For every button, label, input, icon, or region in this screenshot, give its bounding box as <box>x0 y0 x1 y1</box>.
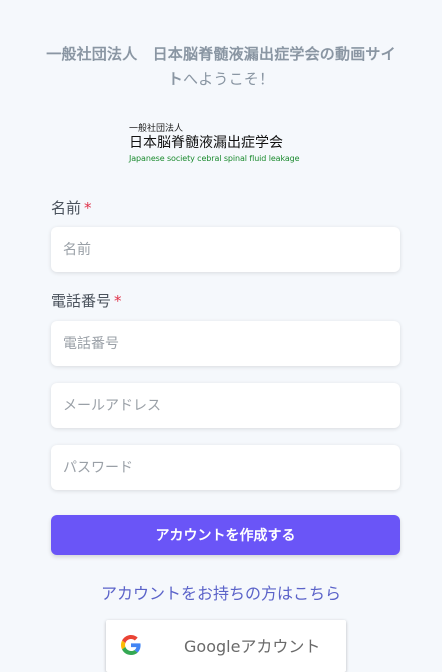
login-link[interactable]: アカウントをお持ちの方はこちら <box>40 580 402 604</box>
google-signin-button[interactable]: Googleアカウント <box>106 620 346 672</box>
create-account-button[interactable]: アカウントを作成する <box>51 515 400 555</box>
welcome-suffix: へようこそ！ <box>183 70 275 88</box>
phone-input[interactable] <box>51 321 400 366</box>
phone-label-text: 電話番号 <box>51 292 112 310</box>
logo-line3: Japanese society cebral spinal fluid lea… <box>129 154 300 163</box>
logo-line1: 一般社団法人 <box>129 124 184 134</box>
name-label: 名前 * <box>51 197 92 218</box>
phone-required-mark: * <box>114 292 122 310</box>
logo-line2: 日本脳脊髄液漏出症学会 <box>129 135 283 151</box>
name-input[interactable] <box>51 227 400 272</box>
phone-label: 電話番号 * <box>51 290 122 311</box>
email-input[interactable] <box>51 383 400 428</box>
password-input[interactable] <box>51 445 400 490</box>
google-button-label: Googleアカウント <box>184 637 321 656</box>
name-label-text: 名前 <box>51 199 82 217</box>
google-g-icon <box>121 635 141 655</box>
name-required-mark: * <box>84 199 92 217</box>
welcome-heading: 一般社団法人 日本脳脊髄液漏出症学会の動画サイトへようこそ！ <box>40 42 402 92</box>
society-logo: 一般社団法人 日本脳脊髄液漏出症学会 Japanese society cebr… <box>129 124 329 168</box>
